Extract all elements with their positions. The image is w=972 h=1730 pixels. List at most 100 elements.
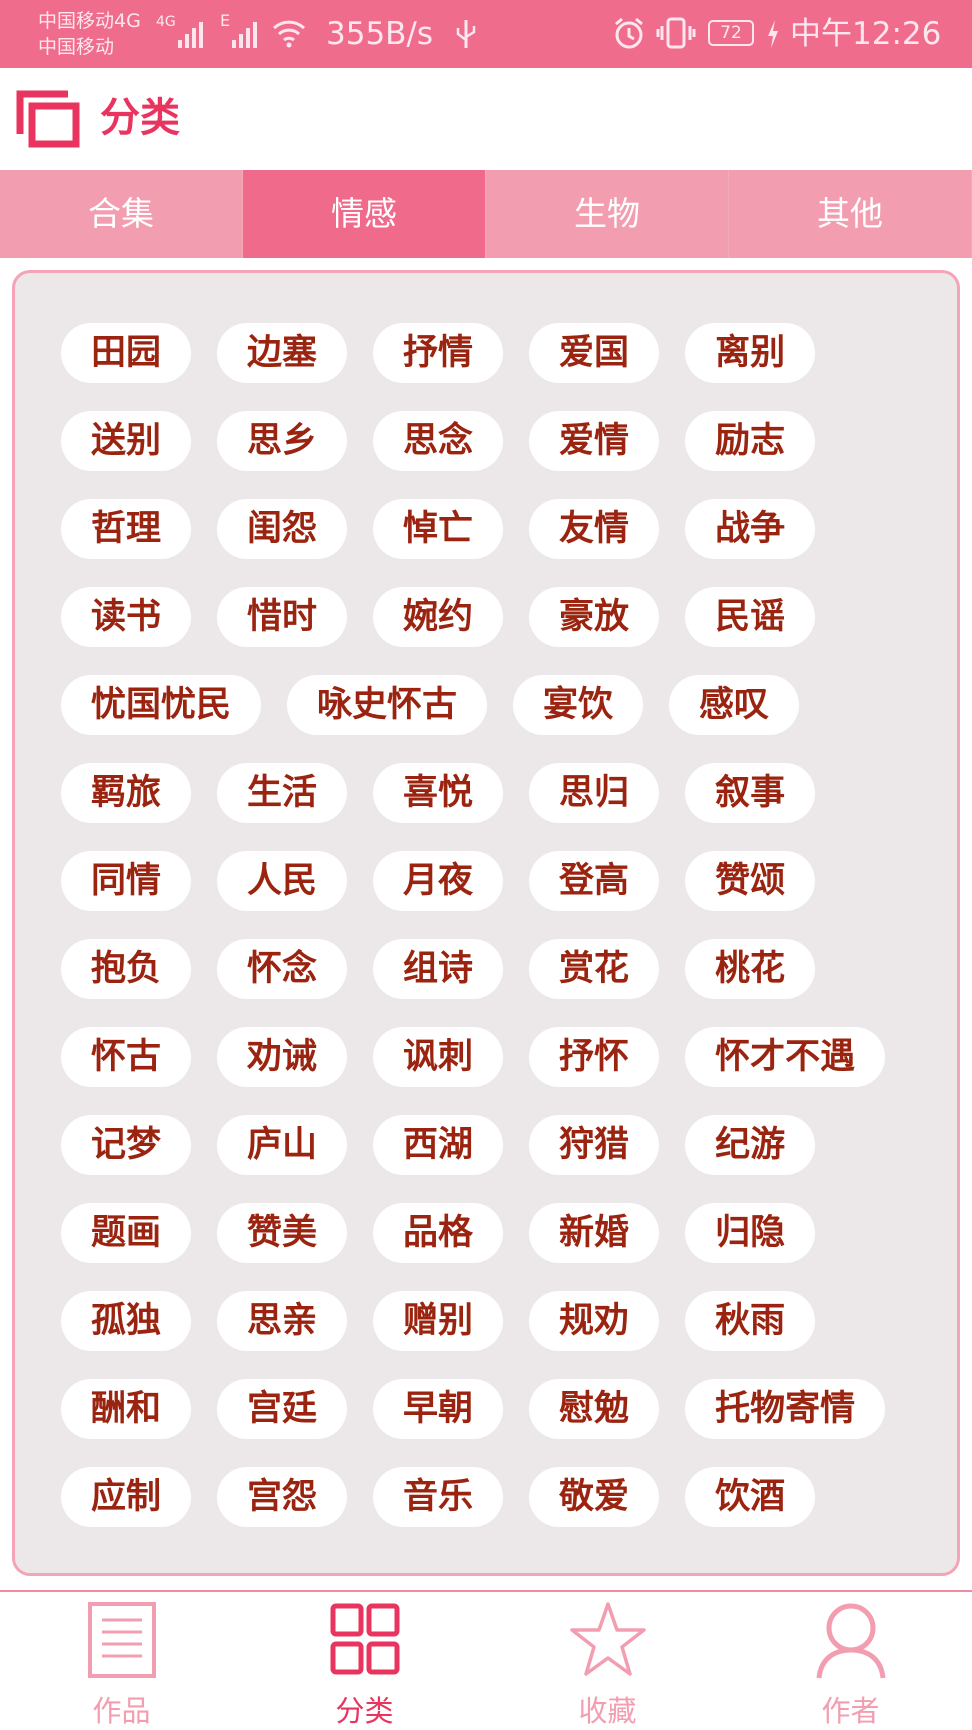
vibrate-icon [656,17,696,49]
tag-row: 记梦 庐山 西湖 狩猎 纪游 [61,1115,921,1175]
category-tag[interactable]: 宫廷 [217,1379,348,1439]
category-tag[interactable]: 生活 [217,763,348,823]
category-tag[interactable]: 惜时 [217,587,348,647]
category-tag[interactable]: 战争 [685,499,816,559]
category-tag[interactable]: 敬爱 [529,1467,660,1527]
category-tag[interactable]: 赞颂 [685,851,816,911]
wifi-icon [272,20,306,48]
category-tag[interactable]: 宫怨 [217,1467,348,1527]
category-tag[interactable]: 婉约 [373,587,504,647]
category-tag[interactable]: 赏花 [529,939,660,999]
category-tag[interactable]: 闺怨 [217,499,348,559]
category-tag[interactable]: 哲理 [61,499,192,559]
category-tag[interactable]: 记梦 [61,1115,192,1175]
category-tag[interactable]: 孤独 [61,1291,192,1351]
category-tag[interactable]: 励志 [685,411,816,471]
category-tag[interactable]: 抒怀 [529,1027,660,1087]
category-tag[interactable]: 友情 [529,499,660,559]
category-tag[interactable]: 悼亡 [373,499,504,559]
category-tag[interactable]: 秋雨 [685,1291,816,1351]
category-tag[interactable]: 组诗 [373,939,504,999]
category-tag[interactable]: 民谣 [685,587,816,647]
category-tag[interactable]: 西湖 [373,1115,504,1175]
battery-icon: 72 [708,20,754,46]
category-tag[interactable]: 读书 [61,587,192,647]
category-tag[interactable]: 饮酒 [685,1467,816,1527]
category-tag[interactable]: 劝诫 [217,1027,348,1087]
category-tabs: 合集 情感 生物 其他 [0,170,972,258]
category-tag[interactable]: 题画 [61,1203,192,1263]
star-icon [569,1602,646,1676]
category-tag[interactable]: 宴饮 [513,675,644,735]
category-tag[interactable]: 音乐 [373,1467,504,1527]
tag-row: 哲理 闺怨 悼亡 友情 战争 [61,499,921,559]
category-tag[interactable]: 月夜 [373,851,504,911]
tag-panel[interactable]: 田园 边塞 抒情 爱国 离别 送别 思乡 思念 爱情 励志 哲理 闺怨 悼亡 友情 战争 读书 惜时 婉约 豪放 民谣… [12,270,960,1576]
category-tag[interactable]: 思乡 [217,411,348,471]
tab-other[interactable]: 其他 [729,170,972,258]
usb-icon [456,20,476,48]
category-square-icon [16,90,80,148]
tag-row: 羁旅 生活 喜悦 思归 叙事 [61,763,921,823]
category-tag[interactable]: 早朝 [373,1379,504,1439]
category-tag[interactable]: 怀古 [61,1027,192,1087]
nav-authors[interactable]: 作者 [729,1592,972,1730]
tab-biology[interactable]: 生物 [486,170,729,258]
category-tag[interactable]: 羁旅 [61,763,192,823]
category-tag[interactable]: 忧国忧民 [61,675,262,735]
category-tag[interactable]: 赠别 [373,1291,504,1351]
category-tag[interactable]: 庐山 [217,1115,348,1175]
category-tag[interactable]: 酬和 [61,1379,192,1439]
battery-level: 72 [720,23,742,43]
category-tag[interactable]: 登高 [529,851,660,911]
category-tag[interactable]: 怀才不遇 [685,1027,886,1087]
category-tag[interactable]: 喜悦 [373,763,504,823]
category-tag[interactable]: 纪游 [685,1115,816,1175]
nav-category[interactable]: 分类 [243,1592,486,1730]
category-tag[interactable]: 爱国 [529,323,660,383]
category-tag[interactable]: 叙事 [685,763,816,823]
category-tag[interactable]: 品格 [373,1203,504,1263]
category-tag[interactable]: 爱情 [529,411,660,471]
category-tag[interactable]: 边塞 [217,323,348,383]
category-tag[interactable]: 应制 [61,1467,192,1527]
category-tag[interactable]: 豪放 [529,587,660,647]
category-tag[interactable]: 归隐 [685,1203,816,1263]
category-tag[interactable]: 桃花 [685,939,816,999]
tag-row: 抱负 怀念 组诗 赏花 桃花 [61,939,921,999]
category-tag[interactable]: 抒情 [373,323,504,383]
tab-collection[interactable]: 合集 [0,170,243,258]
charging-icon [768,20,778,48]
tag-row: 送别 思乡 思念 爱情 励志 [61,411,921,471]
category-tag[interactable]: 感叹 [669,675,800,735]
category-tag[interactable]: 讽刺 [373,1027,504,1087]
category-tag[interactable]: 送别 [61,411,192,471]
category-tag[interactable]: 人民 [217,851,348,911]
category-tag[interactable]: 规劝 [529,1291,660,1351]
category-tag[interactable]: 咏史怀古 [287,675,488,735]
category-tag[interactable]: 思归 [529,763,660,823]
category-tag[interactable]: 怀念 [217,939,348,999]
category-tag[interactable]: 田园 [61,323,192,383]
nav-works[interactable]: 作品 [0,1592,243,1730]
category-tag[interactable]: 狩猎 [529,1115,660,1175]
category-tag[interactable]: 托物寄情 [685,1379,886,1439]
nav-favorites[interactable]: 收藏 [486,1592,729,1730]
tab-emotion[interactable]: 情感 [243,170,486,258]
category-tag[interactable]: 离别 [685,323,816,383]
tag-row: 孤独 思亲 赠别 规劝 秋雨 [61,1291,921,1351]
category-tag[interactable]: 新婚 [529,1203,660,1263]
category-tag[interactable]: 抱负 [61,939,192,999]
category-tag[interactable]: 同情 [61,851,192,911]
document-list-icon [87,1602,156,1678]
carrier-1: 中国移动4G [38,10,141,32]
category-tag[interactable]: 慰勉 [529,1379,660,1439]
category-tag[interactable]: 思亲 [217,1291,348,1351]
signal-1-icon [178,16,203,48]
carrier-2: 中国移动 [38,36,115,58]
category-tag[interactable]: 赞美 [217,1203,348,1263]
category-tag[interactable]: 思念 [373,411,504,471]
person-icon [816,1603,885,1679]
nav-works-label: 作品 [92,1694,151,1728]
page-title: 分类 [100,95,180,141]
